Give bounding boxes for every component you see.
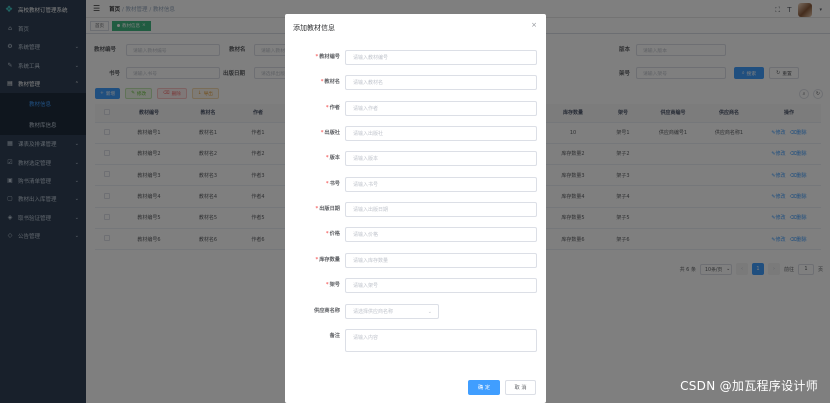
form-input-placeholder: 请输入库存数量 <box>353 258 389 264</box>
form-label-text: 出版社 <box>324 130 340 136</box>
form-label: *架号 <box>326 281 340 288</box>
form-label-text: 库存数量 <box>319 257 340 263</box>
form-label-text: 作者 <box>329 105 340 111</box>
cancel-button[interactable]: 取 消 <box>505 380 536 395</box>
add-textbook-dialog: 添加教材信息 × *教材编号 请输入教材编号 *教材名 请输入教材名 *作者 请输入作者 *… <box>285 14 546 403</box>
form-input[interactable]: 请选择供应商名称 ⌄ <box>345 304 439 319</box>
form-input-placeholder: 请输入架号 <box>353 283 379 289</box>
form-input-placeholder: 请输入出版日期 <box>353 207 389 213</box>
form-row: *出版日期 请输入出版日期 <box>285 202 546 217</box>
close-icon[interactable]: × <box>531 21 537 29</box>
form-row: *教材名 请输入教材名 <box>285 75 546 90</box>
required-mark: * <box>320 130 324 136</box>
form-label-text: 出版日期 <box>319 206 340 212</box>
form-label-text: 书号 <box>329 181 340 187</box>
form-label: *库存数量 <box>316 256 340 263</box>
required-mark: * <box>325 282 329 288</box>
form-input-placeholder: 请输入版本 <box>353 156 379 162</box>
form-label: *出版日期 <box>316 205 340 212</box>
form-label: *作者 <box>326 104 340 111</box>
form-label: *价格 <box>326 230 340 237</box>
chevron-down-icon: ⌄ <box>427 308 432 315</box>
form-input[interactable]: 请输入作者 <box>345 101 537 116</box>
form-row: 备注 请输入内容 <box>285 329 546 352</box>
form-input[interactable]: 请输入书号 <box>345 177 537 192</box>
dialog-title: 添加教材信息 <box>293 24 335 32</box>
form-input[interactable]: 请输入库存数量 <box>345 253 537 268</box>
required-mark: * <box>315 54 319 60</box>
form-row: *书号 请输入书号 <box>285 177 546 192</box>
form-input[interactable]: 请输入出版社 <box>345 126 537 141</box>
required-mark: * <box>325 181 329 187</box>
watermark: CSDN @加瓦程序设计师 <box>680 379 818 393</box>
form-label-text: 价格 <box>329 231 340 237</box>
form-label: *出版社 <box>321 129 340 136</box>
form-label: *教材名 <box>321 78 340 85</box>
form-input[interactable]: 请输入价格 <box>345 227 537 242</box>
form-label: 备注 <box>330 332 340 339</box>
form-input-placeholder: 请输入内容 <box>353 335 379 341</box>
form-input-placeholder: 请输入价格 <box>353 232 379 238</box>
form-label: 供应商名称 <box>314 307 340 314</box>
form-row: *价格 请输入价格 <box>285 227 546 242</box>
required-mark: * <box>315 206 319 212</box>
form-row: *版本 请输入版本 <box>285 151 546 166</box>
form-row: *出版社 请输入出版社 <box>285 126 546 141</box>
required-mark: * <box>325 105 329 111</box>
form-input[interactable]: 请输入版本 <box>345 151 537 166</box>
form-label: *版本 <box>326 154 340 161</box>
form-input-placeholder: 请输入作者 <box>353 106 379 112</box>
form-input-placeholder: 请输入教材名 <box>353 80 384 86</box>
form-input-placeholder: 请输入书号 <box>353 182 379 188</box>
form-row: 供应商名称 请选择供应商名称 ⌄ <box>285 304 546 319</box>
form-input-placeholder: 请选择供应商名称 <box>353 309 394 315</box>
form-label-text: 备注 <box>329 333 340 339</box>
form-label-text: 版本 <box>329 155 340 161</box>
confirm-button[interactable]: 确 定 <box>468 380 500 395</box>
required-mark: * <box>325 155 329 161</box>
form-label: *教材编号 <box>316 53 340 60</box>
form-row: *教材编号 请输入教材编号 <box>285 50 546 65</box>
form-input[interactable]: 请输入内容 <box>345 329 537 352</box>
required-mark: * <box>325 231 329 237</box>
form-label-text: 供应商名称 <box>314 308 340 314</box>
form-input[interactable]: 请输入教材名 <box>345 75 537 90</box>
form-input-placeholder: 请输入教材编号 <box>353 55 389 61</box>
form-row: *作者 请输入作者 <box>285 101 546 116</box>
form-row: *库存数量 请输入库存数量 <box>285 253 546 268</box>
form-label-text: 架号 <box>329 282 340 288</box>
form-input[interactable]: 请输入架号 <box>345 278 537 293</box>
required-mark: * <box>315 257 319 263</box>
form-input[interactable]: 请输入教材编号 <box>345 50 537 65</box>
form-label-text: 教材名 <box>324 79 340 85</box>
form-row: *架号 请输入架号 <box>285 278 546 293</box>
form-label-text: 教材编号 <box>319 54 340 60</box>
form-label: *书号 <box>326 180 340 187</box>
form-input-placeholder: 请输入出版社 <box>353 131 384 137</box>
form-input[interactable]: 请输入出版日期 <box>345 202 537 217</box>
required-mark: * <box>320 79 324 85</box>
